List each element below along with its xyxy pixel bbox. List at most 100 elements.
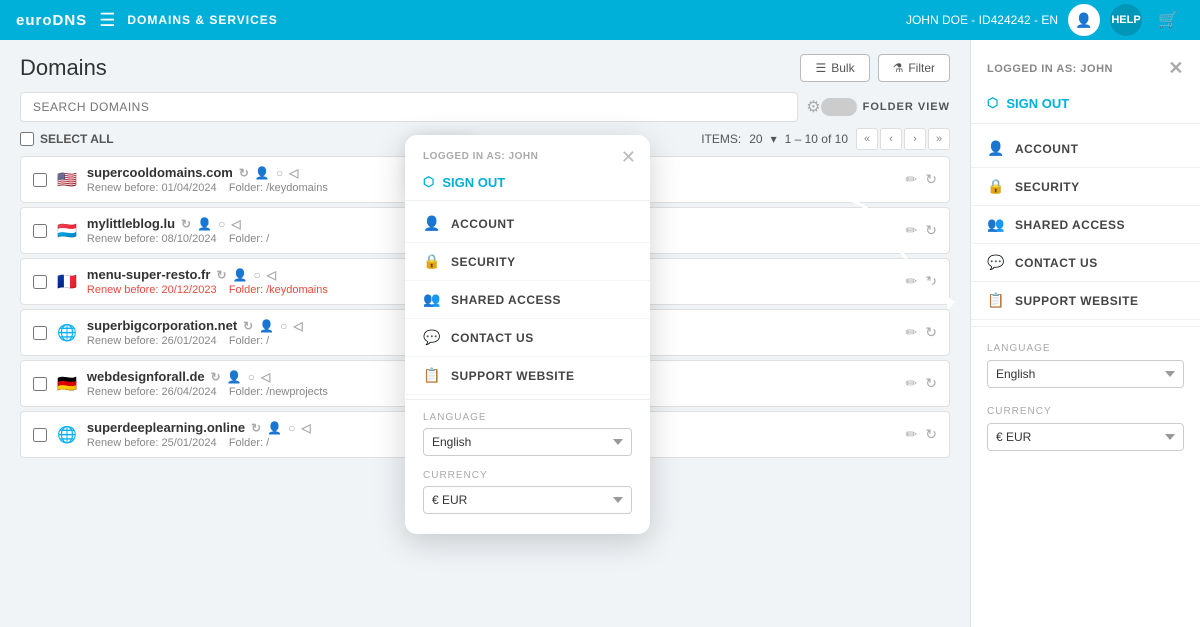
domain-checkbox[interactable] <box>33 275 47 289</box>
domain-lock-icon[interactable]: ○ <box>253 268 260 282</box>
account-icon: 👤 <box>987 140 1005 157</box>
rs-currency-select[interactable]: € EUR <box>987 423 1184 451</box>
support_website-icon: 📋 <box>987 292 1005 309</box>
rs-close-icon[interactable]: ✕ <box>1168 58 1184 79</box>
domain-renew-icon[interactable]: ↻ <box>181 217 191 231</box>
domain-lock-icon[interactable]: ○ <box>248 370 255 384</box>
folder-view-switch[interactable] <box>821 98 857 116</box>
domain-dns-icon[interactable]: ◁ <box>293 319 302 333</box>
pagination-range: 1 – 10 of 10 <box>785 132 848 146</box>
user-icon-button[interactable]: 👤 <box>1068 4 1100 36</box>
popup-close-icon[interactable]: ✕ <box>621 147 636 168</box>
domain-sync-icon[interactable]: ↻ <box>925 375 937 392</box>
bulk-label: Bulk <box>831 61 854 75</box>
bulk-button[interactable]: ☰ Bulk <box>800 54 869 82</box>
domain-dns-icon[interactable]: ◁ <box>231 217 240 231</box>
domain-lock-icon[interactable]: ○ <box>288 421 295 435</box>
popup-menu-item-support_website[interactable]: 📋SUPPORT WEBSITE <box>405 357 650 395</box>
last-page-button[interactable]: » <box>928 128 950 150</box>
domain-renew-icon[interactable]: ↻ <box>243 319 253 333</box>
domain-checkbox[interactable] <box>33 224 47 238</box>
popup-currency-select[interactable]: € EUR <box>423 486 632 514</box>
popup-signout-icon: ⬡ <box>423 174 434 190</box>
folder-view-label: FOLDER VIEW <box>863 101 950 113</box>
rs-menu-item-support_website[interactable]: 📋SUPPORT WEBSITE <box>971 282 1200 320</box>
domain-actions: ✏ ↻ <box>906 375 937 392</box>
domain-renew-icon[interactable]: ↻ <box>239 166 249 180</box>
domain-sync-icon[interactable]: ↻ <box>925 324 937 341</box>
rs-menu-item-shared_access[interactable]: 👥SHARED ACCESS <box>971 206 1200 244</box>
domain-renew-icon[interactable]: ↻ <box>211 370 221 384</box>
contact_us-label: CONTACT US <box>1015 256 1098 270</box>
rs-menu-item-account[interactable]: 👤ACCOUNT <box>971 130 1200 168</box>
next-page-button[interactable]: › <box>904 128 926 150</box>
settings-icon[interactable]: ⚙ <box>806 97 820 117</box>
domain-sync-icon[interactable]: ↻ <box>925 426 937 443</box>
domain-edit-icon[interactable]: ✏ <box>906 222 918 239</box>
domain-lock-icon[interactable]: ○ <box>280 319 287 333</box>
domain-user-icon[interactable]: 👤 <box>197 217 212 231</box>
domain-renew-icon[interactable]: ↻ <box>251 421 261 435</box>
domain-checkbox[interactable] <box>33 173 47 187</box>
rs-signout-button[interactable]: ⬡ SIGN OUT <box>971 89 1200 117</box>
popup-security-label: SECURITY <box>451 255 516 269</box>
domain-checkbox[interactable] <box>33 377 47 391</box>
domain-lock-icon[interactable]: ○ <box>276 166 283 180</box>
folder-view-toggle: FOLDER VIEW <box>821 98 950 116</box>
popup-menu-item-account[interactable]: 👤ACCOUNT <box>405 205 650 243</box>
domain-actions: ✏ ↻ <box>906 171 937 188</box>
domain-renew-date: Renew before: 08/10/2024 <box>87 233 217 245</box>
domain-lock-icon[interactable]: ○ <box>218 217 225 231</box>
popup-signout-button[interactable]: ⬡ SIGN OUT <box>405 168 650 196</box>
popup-support_website-label: SUPPORT WEBSITE <box>451 369 575 383</box>
select-all-control: SELECT ALL <box>20 132 114 146</box>
domain-dns-icon[interactable]: ◁ <box>289 166 298 180</box>
domain-folder: Folder: /keydomains <box>229 182 328 194</box>
rs-menu-item-security[interactable]: 🔒SECURITY <box>971 168 1200 206</box>
domain-user-icon[interactable]: 👤 <box>227 370 242 384</box>
popup-security-icon: 🔒 <box>423 253 441 270</box>
filter-button[interactable]: ⚗ Filter <box>878 54 950 82</box>
domain-user-icon[interactable]: 👤 <box>255 166 270 180</box>
domain-edit-icon[interactable]: ✏ <box>906 171 918 188</box>
prev-page-button[interactable]: ‹ <box>880 128 902 150</box>
hamburger-icon[interactable]: ☰ <box>99 10 115 31</box>
domain-dns-icon[interactable]: ◁ <box>267 268 276 282</box>
domain-sync-icon[interactable]: ↻ <box>925 171 937 188</box>
rs-divider-2 <box>971 326 1200 327</box>
domain-edit-icon[interactable]: ✏ <box>906 273 918 290</box>
select-all-checkbox[interactable] <box>20 132 34 146</box>
main-layout: Domains ☰ Bulk ⚗ Filter ⚙ FOLDER VIEW <box>0 40 1200 627</box>
domain-flag: 🇫🇷 <box>57 272 77 292</box>
domain-dns-icon[interactable]: ◁ <box>261 370 270 384</box>
rs-language-select[interactable]: English <box>987 360 1184 388</box>
domain-checkbox[interactable] <box>33 326 47 340</box>
help-button[interactable]: HELP <box>1110 4 1142 36</box>
popup-language-select[interactable]: English <box>423 428 632 456</box>
security-icon: 🔒 <box>987 178 1005 195</box>
domain-edit-icon[interactable]: ✏ <box>906 324 918 341</box>
rs-language-label: LANGUAGE <box>971 333 1200 356</box>
domain-user-icon[interactable]: 👤 <box>233 268 248 282</box>
popup-menu-item-contact_us[interactable]: 💬CONTACT US <box>405 319 650 357</box>
popup-language-select-wrapper: English <box>405 425 650 462</box>
popup-menu-item-shared_access[interactable]: 👥SHARED ACCESS <box>405 281 650 319</box>
items-dropdown-icon[interactable]: ▾ <box>771 132 777 146</box>
domain-sync-icon[interactable]: ↻ <box>925 273 937 290</box>
domain-edit-icon[interactable]: ✏ <box>906 375 918 392</box>
domain-edit-icon[interactable]: ✏ <box>906 426 918 443</box>
cart-icon-button[interactable]: 🛒 <box>1152 4 1184 36</box>
domain-checkbox[interactable] <box>33 428 47 442</box>
domain-renew-date: Renew before: 25/01/2024 <box>87 437 217 449</box>
domain-renew-icon[interactable]: ↻ <box>216 268 226 282</box>
search-input[interactable] <box>20 92 798 122</box>
domain-user-icon[interactable]: 👤 <box>259 319 274 333</box>
logo: euroDNS <box>16 12 87 29</box>
domain-dns-icon[interactable]: ◁ <box>301 421 310 435</box>
domain-user-icon[interactable]: 👤 <box>267 421 282 435</box>
popup-menu-item-security[interactable]: 🔒 SECURITY <box>405 243 650 281</box>
rs-menu-item-contact_us[interactable]: 💬CONTACT US <box>971 244 1200 282</box>
nav-left: euroDNS ☰ DOMAINS & SERVICES <box>16 10 278 31</box>
first-page-button[interactable]: « <box>856 128 878 150</box>
domain-sync-icon[interactable]: ↻ <box>925 222 937 239</box>
